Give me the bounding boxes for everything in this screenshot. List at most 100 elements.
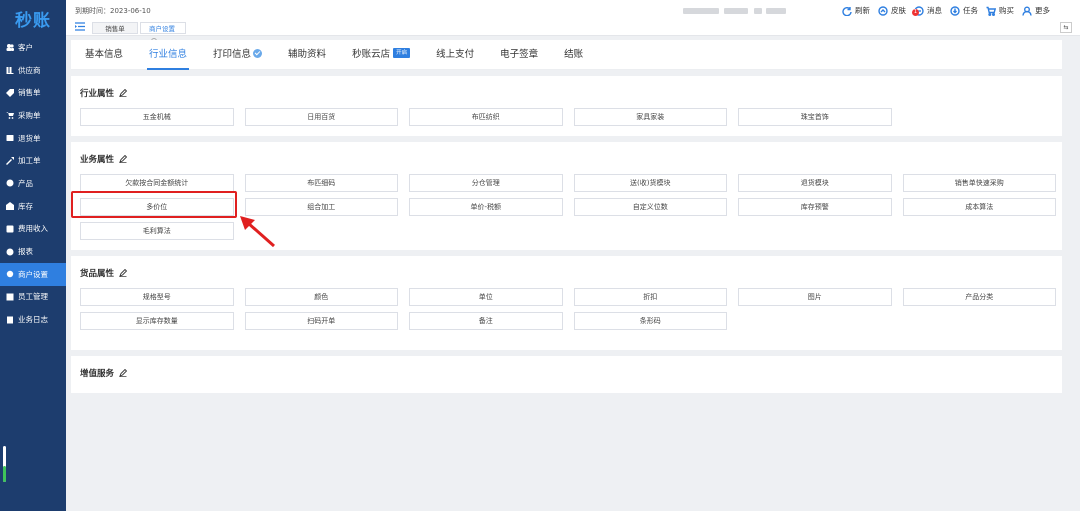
settings-tab[interactable]: 行业信息 [147, 40, 190, 70]
tab-label: 秒账云店 [352, 48, 391, 60]
sidebar-item-label: 客户 [18, 42, 33, 52]
tab-label: 辅助资料 [288, 48, 327, 60]
tab-label: 基本信息 [85, 48, 124, 60]
option-grid: 欠款按合同金额统计 布匹细码 分仓管理 送(收)货模块 退货模块 销售单快速采购多价位 组合… [80, 174, 1056, 240]
sidebar-item[interactable]: 产品 [0, 172, 66, 195]
return-icon [5, 134, 14, 143]
attribute-option[interactable]: 颜色 [244, 288, 398, 306]
attribute-option[interactable]: 送(收)货模块 [573, 174, 727, 192]
window-toggle-icon[interactable]: ⇆ [1060, 22, 1072, 33]
header-task-button[interactable]: 任务 [950, 5, 978, 16]
attribute-option[interactable]: 多价位 [80, 198, 234, 216]
header-skin-button[interactable]: 皮肤 [878, 5, 906, 16]
edit-pencil-icon[interactable] [119, 88, 128, 98]
app-logo[interactable]: 秒账 [0, 0, 66, 36]
top-header: 到期时间：2023-06-10 销售单 商户设置 刷新 皮肤 1 消息 任务 购买 更多 ⇆ [66, 0, 1080, 44]
attribute-option[interactable]: 销售单快速采购 [902, 174, 1056, 192]
sidebar-item[interactable]: 采购单 [0, 104, 66, 127]
sidebar-item[interactable]: 加工单 [0, 149, 66, 172]
attribute-section: 增值服务 [71, 356, 1062, 393]
blurred-text [724, 8, 748, 14]
settings-tab[interactable]: 打印信息 [213, 40, 263, 70]
chart-icon [5, 247, 14, 256]
sidebar-item[interactable]: 费用收入 [0, 218, 66, 241]
attribute-option[interactable]: 自定义位数 [573, 198, 727, 216]
sidebar-item[interactable]: 客户 [0, 36, 66, 59]
attribute-option[interactable]: 产品分类 [902, 288, 1056, 306]
attribute-option[interactable]: 家具家装 [573, 108, 727, 126]
attribute-option[interactable]: 欠款按合同金额统计 [80, 174, 234, 192]
attribute-option[interactable]: 日用百货 [244, 108, 398, 126]
option-grid: 规格型号 颜色 单位 折扣 图片 产品分类显示库存数量 扫码开单 备注 条形码 [80, 288, 1056, 330]
sidebar-item[interactable]: 供应商 [0, 59, 66, 82]
attribute-option[interactable]: 条形码 [573, 312, 727, 330]
edit-pencil-icon[interactable] [119, 368, 128, 378]
settings-tab[interactable]: 电子签章 [500, 40, 538, 70]
attribute-option[interactable]: 规格型号 [80, 288, 234, 306]
tool-label: 任务 [963, 6, 978, 15]
header-user-button[interactable]: 更多 [1022, 5, 1050, 16]
settings-tab[interactable]: 辅助资料 [288, 40, 326, 70]
sidebar-item[interactable]: 报表 [0, 240, 66, 263]
users-icon [5, 43, 14, 52]
sidebar-item[interactable]: 退货单 [0, 127, 66, 150]
tool-label: 消息 [927, 6, 942, 15]
tool-label: 皮肤 [891, 6, 906, 15]
sidebar-item[interactable]: 库存 [0, 195, 66, 218]
edit-pencil-icon[interactable] [119, 268, 128, 278]
tab-label: 行业信息 [149, 48, 188, 60]
edit-pencil-icon[interactable] [119, 154, 128, 164]
blurred-text [683, 8, 719, 14]
attribute-option[interactable]: 显示库存数量 [80, 312, 234, 330]
sidebar-item[interactable]: 商户设置 [0, 262, 66, 286]
section-title: 行业属性 [80, 87, 1053, 99]
settings-tab[interactable]: 结账 [564, 40, 583, 70]
tool-label: 购买 [999, 6, 1014, 15]
attribute-option[interactable]: 扫码开单 [244, 312, 398, 330]
attribute-option[interactable]: 图片 [738, 288, 892, 306]
blurred-text [766, 8, 786, 14]
section-title: 增值服务 [80, 367, 1053, 379]
settings-tab[interactable]: 秒账云店 开启 [352, 40, 411, 70]
attribute-option[interactable]: 备注 [409, 312, 563, 330]
skin-icon [878, 5, 888, 16]
tool-label: 更多 [1035, 6, 1050, 15]
open-tab-label: 销售单 [105, 25, 125, 33]
staff-icon [5, 292, 14, 301]
attribute-option[interactable]: 单价-税额 [409, 198, 563, 216]
attribute-option[interactable]: 珠宝首饰 [738, 108, 892, 126]
attribute-option[interactable]: 单位 [409, 288, 563, 306]
settings-tab[interactable]: 线上支付 [436, 40, 474, 70]
attribute-option[interactable]: 五金机械 [80, 108, 234, 126]
sidebar-item[interactable]: 员工管理 [0, 286, 66, 309]
expire-date: 到期时间：2023-06-10 [75, 7, 151, 15]
tab-label: 结账 [564, 48, 584, 60]
notification-badge: 1 [912, 8, 919, 16]
sidebar-item-label: 库存 [18, 201, 33, 211]
attribute-option[interactable]: 折扣 [573, 288, 727, 306]
section-title-text: 货品属性 [80, 269, 115, 279]
attribute-option[interactable]: 分仓管理 [409, 174, 563, 192]
settings-sections: 行业属性 五金机械 日用百货 布匹纺织 家具家装 珠宝首饰 业务属性 欠款按合同金额统计 布匹细… [71, 76, 1062, 393]
attribute-option[interactable]: 布匹细码 [244, 174, 398, 192]
header-cart-button[interactable]: 购买 [986, 5, 1014, 16]
sidebar-menu: 客户供应商 销售单 采购单 退货单加工单产品库存费用收入 报表 商户设置 员工管理 业务日志 [0, 36, 66, 331]
attribute-section: 货品属性规格型号 颜色 单位 折扣 图片 产品分类显示库存数量 扫码开单 备注 条形码 [71, 256, 1062, 350]
attribute-option[interactable]: 成本算法 [902, 198, 1056, 216]
attribute-option[interactable]: 退货模块 [738, 174, 892, 192]
attribute-option[interactable]: 库存预警 [738, 198, 892, 216]
menu-toggle-icon[interactable] [75, 22, 85, 31]
attribute-option[interactable]: 组合加工 [244, 198, 398, 216]
header-refresh-button[interactable]: 刷新 [842, 5, 870, 16]
sidebar-item-label: 加工单 [18, 156, 41, 166]
log-icon [5, 315, 14, 324]
tab-label: 电子签章 [500, 48, 539, 60]
attribute-option[interactable]: 毛利算法 [80, 222, 234, 240]
sidebar-item[interactable]: 销售单 [0, 81, 66, 104]
open-tab-sales[interactable]: 销售单 [92, 22, 138, 34]
header-message-button[interactable]: 1 消息 [912, 5, 942, 16]
settings-tab[interactable]: 基本信息 [85, 40, 123, 70]
sidebar-item[interactable]: 业务日志 [0, 308, 66, 331]
attribute-option[interactable]: 布匹纺织 [409, 108, 563, 126]
open-tab-merchant-settings[interactable]: 商户设置 [140, 22, 186, 44]
